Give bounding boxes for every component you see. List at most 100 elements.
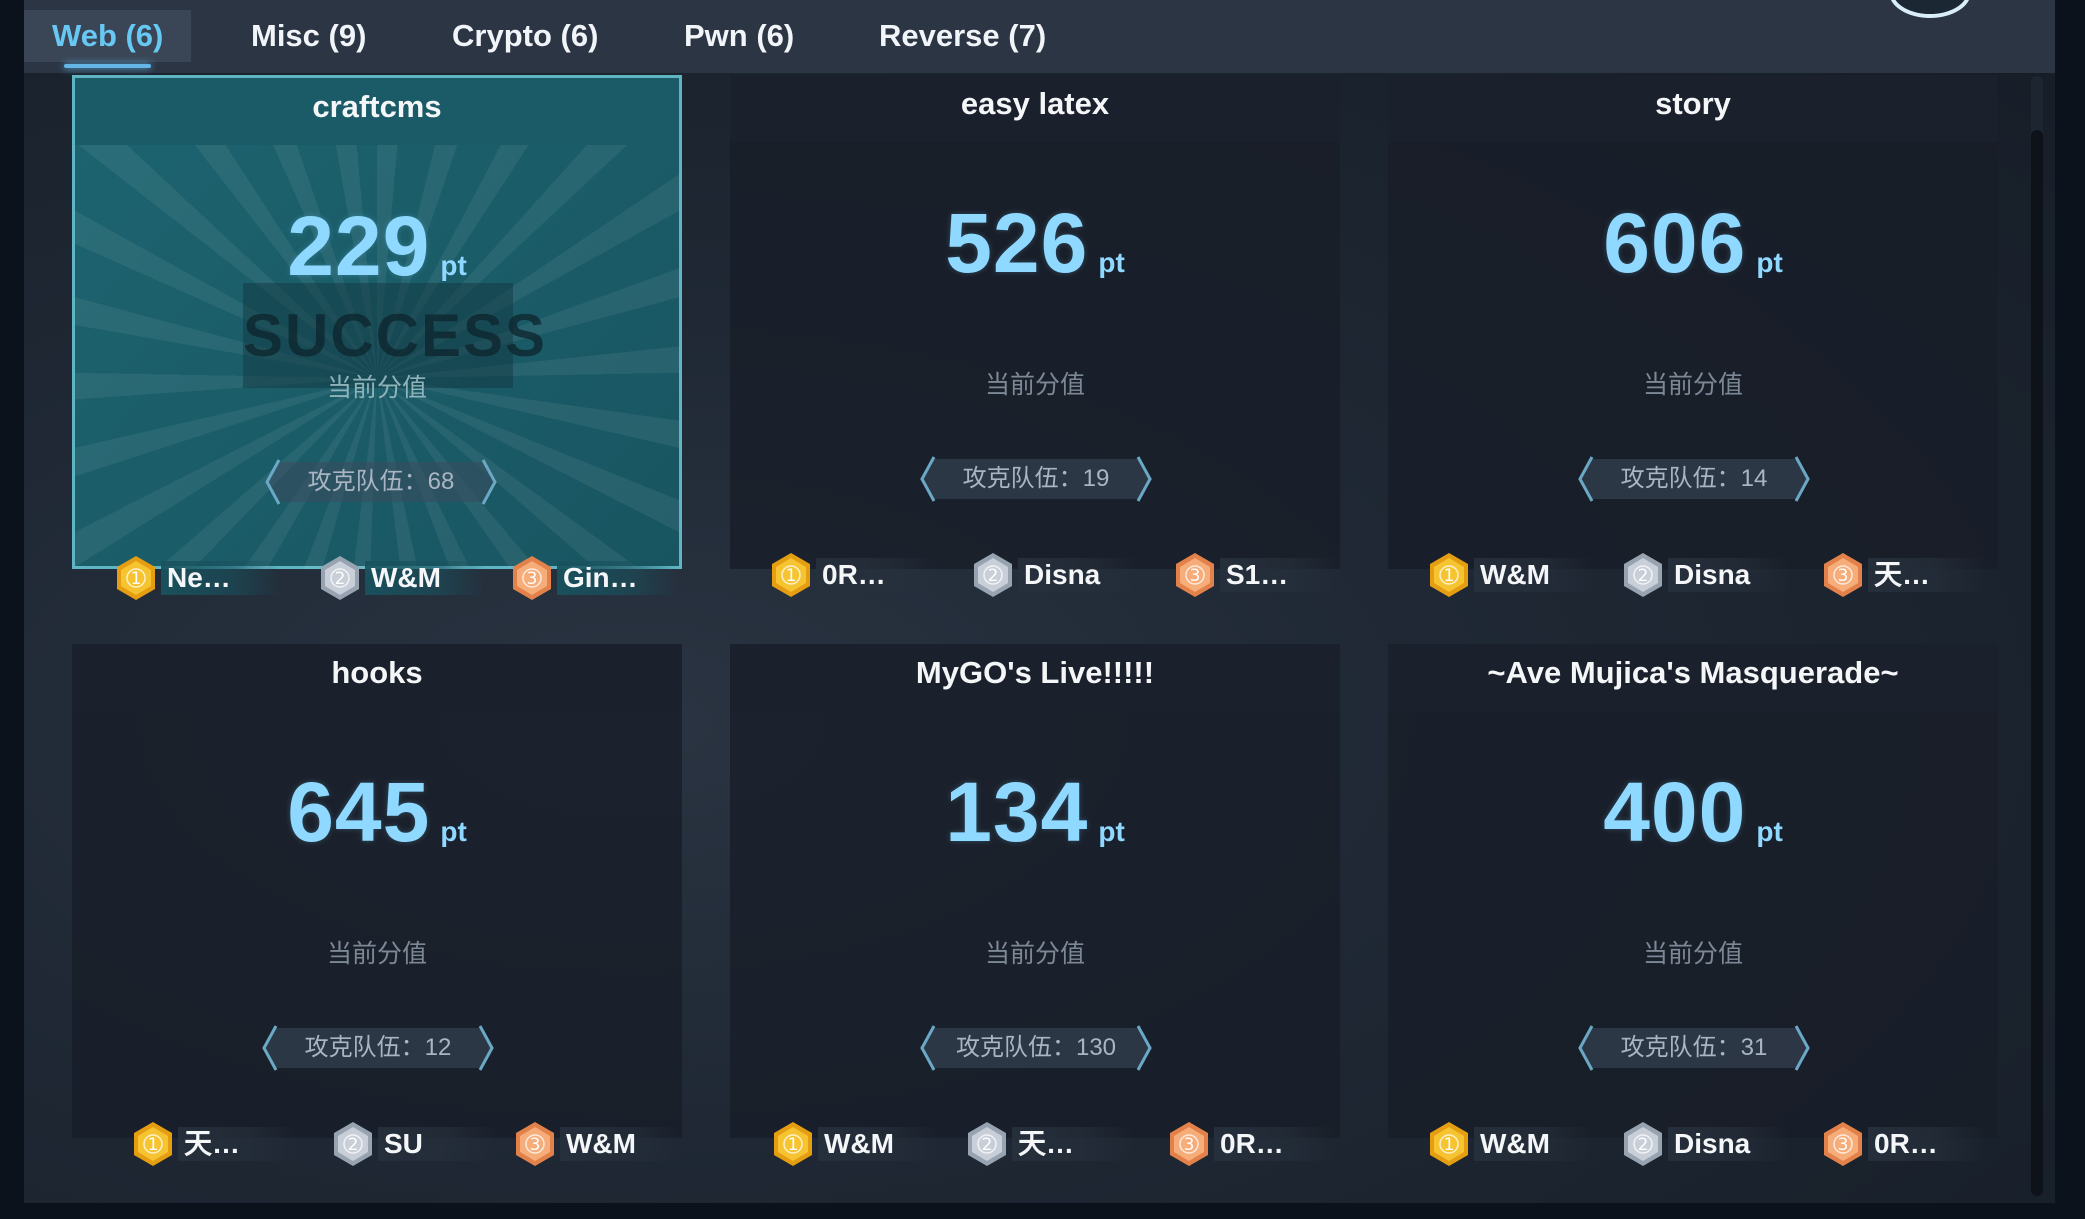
medal-rank-number: 1 [1444,566,1455,586]
rank-team-name: 天… [1874,559,1931,590]
rank-team-name: W&M [824,1128,894,1159]
user-avatar[interactable] [1889,0,1971,18]
rank-2-entry[interactable]: 2 Disna [1618,550,1808,600]
rank-team-name: W&M [1480,559,1550,590]
rank-2-entry[interactable]: 2 Disna [1618,1119,1808,1169]
solved-teams-badge: 攻克队伍：31 [1576,1024,1812,1072]
score-display: 400 pt [1388,764,1998,861]
rank-3-entry[interactable]: 3 0R… [1818,1119,2008,1169]
challenge-card[interactable]: hooks 645 pt 当前分值 攻克队伍：12 1 天… 2 SU 3 W&M [72,644,682,1166]
challenge-card[interactable]: MyGO's Live!!!!! 134 pt 当前分值 攻克队伍：130 1 W&M 2 天…… [730,644,1340,1166]
challenge-title: story [1388,75,1998,142]
solved-teams-count: 攻克队伍：68 [307,468,455,495]
challenge-card[interactable]: ~Ave Mujica's Masquerade~ 400 pt 当前分值 攻克队伍：3… [1388,644,1998,1166]
rank-team-name: W&M [1480,1128,1550,1159]
medal-rank-number: 2 [348,1135,359,1155]
solved-teams-count: 攻克队伍：130 [955,1034,1117,1061]
score-unit: pt [1098,247,1125,278]
rank-3-entry[interactable]: 3 0R… [1164,1119,1354,1169]
rank-team-name: 0R… [822,559,886,590]
medal-rank-number: 3 [1184,1135,1195,1155]
rank-1-entry[interactable]: 1 W&M [768,1119,958,1169]
score-caption: 当前分值 [1642,371,1743,399]
medal-rank-number: 1 [786,566,797,586]
rank-team-name: 天… [184,1128,241,1159]
challenge-card[interactable]: easy latex 526 pt 当前分值 攻克队伍：19 1 0R… 2 Disna 3 S1… [730,75,1340,597]
score-value: 645 [287,765,431,859]
solved-teams-badge: 攻克队伍：19 [918,455,1154,503]
solved-teams-badge: 攻克队伍：68 [263,458,499,506]
medal-rank-number: 3 [1838,566,1849,586]
rank-team-name: Disna [1674,559,1751,590]
rank-team-name: Ne… [167,562,231,593]
medal-rank-number: 2 [988,566,999,586]
score-caption: 当前分值 [1642,940,1743,968]
rank-1-entry[interactable]: 1 W&M [1424,1119,1614,1169]
rank-2-entry[interactable]: 2 SU [328,1119,518,1169]
rank-3-entry[interactable]: 3 天… [1818,550,2008,600]
tab-misc[interactable]: Misc (9) [251,10,366,62]
rank-team-name: W&M [371,562,441,593]
rank-1-entry[interactable]: 1 天… [128,1119,318,1169]
challenge-card[interactable]: craftcms SUCCESS 229 pt 当前分值 攻克队伍：68 1 Ne… 2 W&M 3… [72,75,682,600]
medal-rank-number: 3 [1190,566,1201,586]
rank-team-name: Gin… [563,562,638,593]
medal-rank-number: 3 [1838,1135,1849,1155]
scrollbar-thumb[interactable] [2031,130,2043,1196]
medal-rank-number: 3 [530,1135,541,1155]
score-display: 229 pt [75,198,679,295]
medal-rank-number: 3 [527,569,538,589]
score-value: 606 [1603,196,1747,290]
score-display: 645 pt [72,764,682,861]
rank-team-name: 0R… [1874,1128,1938,1159]
rank-3-entry[interactable]: 3 S1… [1170,550,1360,600]
rank-team-name: 天… [1018,1128,1075,1159]
rank-1-entry[interactable]: 1 W&M [1424,550,1614,600]
tab-web[interactable]: Web (6) [24,10,192,68]
solved-teams-count: 攻克队伍：19 [962,465,1110,492]
score-value: 526 [945,196,1089,290]
category-tab-bar: Web (6) Misc (9) Crypto (6) Pwn (6) Reve… [24,0,2055,73]
rank-2-entry[interactable]: 2 天… [962,1119,1152,1169]
score-unit: pt [1098,816,1125,847]
medal-rank-number: 2 [335,569,346,589]
challenge-card[interactable]: story 606 pt 当前分值攻克队伍：14 1 W&M 2 Disna 3 天… [1388,75,1998,597]
medal-rank-number: 1 [148,1135,159,1155]
solved-teams-count: 攻克队伍：12 [304,1034,452,1061]
score-value: 134 [945,765,1089,859]
solved-teams-badge: 攻克队伍：130 [918,1024,1154,1072]
rank-2-entry[interactable]: 2 Disna [968,550,1158,600]
solved-teams-count: 攻克队伍：14 [1620,465,1768,492]
rank-3-entry[interactable]: 3 W&M [510,1119,700,1169]
challenge-title: hooks [72,644,682,711]
solved-teams-count: 攻克队伍：31 [1620,1034,1768,1061]
medal-rank-number: 1 [788,1135,799,1155]
score-caption: 当前分值 [326,940,427,968]
medal-rank-number: 2 [1638,566,1649,586]
score-caption: 当前分值 [984,371,1085,399]
tab-crypto[interactable]: Crypto (6) [452,10,598,62]
score-display: 134 pt [730,764,1340,861]
rank-team-name: SU [384,1128,423,1159]
rank-team-name: Disna [1674,1128,1751,1159]
rank-2-entry[interactable]: 2 W&M [315,553,505,603]
solved-teams-badge: 攻克队伍：12 [260,1024,496,1072]
score-display: 526 pt [730,195,1340,292]
score-unit: pt [1756,247,1783,278]
tab-reverse[interactable]: Reverse (7) [879,10,1046,62]
score-value: 229 [287,199,431,293]
score-unit: pt [440,250,467,281]
score-value: 400 [1603,765,1747,859]
rank-team-name: Disna [1024,559,1101,590]
medal-rank-number: 2 [1638,1135,1649,1155]
rank-3-entry[interactable]: 3 Gin… [507,553,697,603]
score-caption: 当前分值 [984,940,1085,968]
medal-rank-number: 1 [1444,1135,1455,1155]
rank-team-name: 0R… [1220,1128,1284,1159]
tab-pwn[interactable]: Pwn (6) [684,10,794,62]
score-unit: pt [1756,816,1783,847]
medal-rank-number: 1 [131,569,142,589]
rank-team-name: S1… [1226,559,1289,590]
rank-1-entry[interactable]: 1 Ne… [111,553,301,603]
rank-1-entry[interactable]: 1 0R… [766,550,956,600]
